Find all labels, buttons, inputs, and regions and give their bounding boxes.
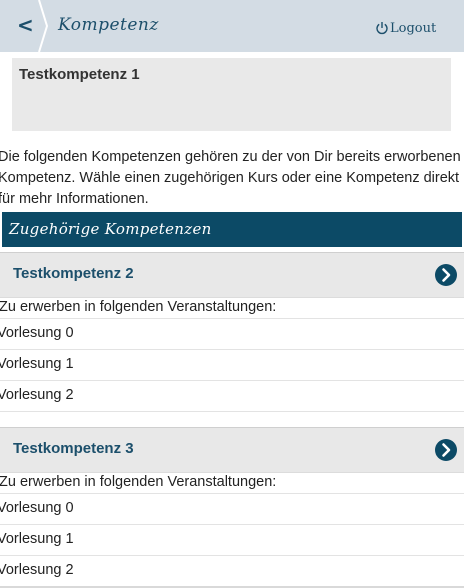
header-divider bbox=[38, 0, 49, 52]
row-divider bbox=[0, 411, 464, 413]
app-header: < Kompetenz Logout bbox=[0, 0, 464, 52]
chevron-right-circle-icon[interactable] bbox=[434, 438, 458, 462]
group-title: Testkompetenz 3 bbox=[13, 440, 134, 457]
page-title: Kompetenz bbox=[58, 15, 159, 35]
group-subtitle: Zu erwerben in folgenden Veranstaltungen… bbox=[0, 474, 277, 490]
power-icon bbox=[376, 22, 388, 35]
competence-title: Testkompetenz 1 bbox=[19, 66, 140, 83]
chevron-left-icon: < bbox=[17, 13, 34, 37]
course-row[interactable]: Vorlesung 1 bbox=[0, 524, 464, 555]
course-label: Vorlesung 2 bbox=[0, 562, 74, 578]
course-label: Vorlesung 0 bbox=[0, 325, 74, 341]
group-title: Testkompetenz 2 bbox=[13, 265, 134, 282]
course-label: Vorlesung 0 bbox=[0, 500, 74, 516]
course-row[interactable]: Vorlesung 0 bbox=[0, 318, 464, 349]
logout-label: Logout bbox=[390, 20, 437, 36]
group-subtitle: Zu erwerben in folgenden Veranstaltungen… bbox=[0, 299, 277, 315]
competence-group-header[interactable]: Testkompetenz 3 bbox=[0, 427, 464, 473]
description-text: Die folgenden Kompetenzen gehören zu der… bbox=[0, 149, 461, 207]
competence-card: Testkompetenz 1 bbox=[12, 58, 451, 131]
course-row[interactable]: Vorlesung 2 bbox=[0, 555, 464, 586]
logout-button[interactable]: Logout bbox=[375, 18, 436, 38]
section-header: Zugehörige Kompetenzen bbox=[2, 212, 462, 247]
course-row[interactable]: Vorlesung 0 bbox=[0, 493, 464, 524]
course-label: Vorlesung 2 bbox=[0, 387, 74, 403]
course-row[interactable]: Vorlesung 1 bbox=[0, 349, 464, 380]
chevron-right-circle-icon[interactable] bbox=[434, 263, 458, 287]
course-row[interactable]: Vorlesung 2 bbox=[0, 380, 464, 411]
section-title: Zugehörige Kompetenzen bbox=[9, 220, 212, 238]
course-label: Vorlesung 1 bbox=[0, 356, 74, 372]
course-label: Vorlesung 1 bbox=[0, 531, 74, 547]
back-button[interactable]: < bbox=[0, 0, 49, 52]
competence-group-header[interactable]: Testkompetenz 2 bbox=[0, 252, 464, 298]
